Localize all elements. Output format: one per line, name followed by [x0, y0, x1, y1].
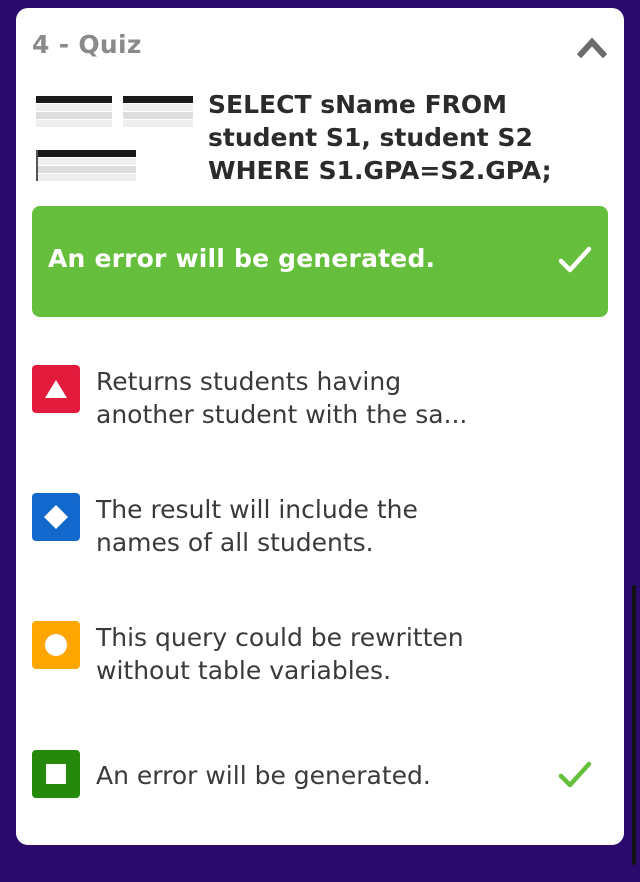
- correct-answer-text: An error will be generated.: [48, 244, 436, 273]
- diamond-icon: [32, 493, 80, 541]
- option-1[interactable]: Returns students having another student …: [32, 365, 608, 435]
- option-2-text: The result will include the names of all…: [96, 495, 418, 557]
- square-icon: [32, 750, 80, 798]
- option-3-text: This query could be rewritten without ta…: [96, 623, 464, 685]
- option-4-text: An error will be generated.: [96, 761, 431, 790]
- option-1-text: Returns students having another student …: [96, 367, 468, 429]
- collapse-button[interactable]: [576, 32, 608, 62]
- quiz-title: 4 - Quiz: [32, 30, 142, 59]
- quiz-header: 4 - Quiz: [32, 30, 608, 64]
- checkmark-icon: [558, 246, 592, 273]
- question-thumbnail-image[interactable]: [32, 88, 197, 188]
- option-2[interactable]: The result will include the names of all…: [32, 493, 608, 563]
- correct-answer-banner[interactable]: An error will be generated.: [32, 206, 608, 317]
- chevron-up-icon: [577, 37, 607, 58]
- option-3[interactable]: This query could be rewritten without ta…: [32, 621, 608, 691]
- question-row: SELECT sName FROM student S1, student S2…: [32, 88, 608, 198]
- scrollbar-thumb[interactable]: [632, 585, 636, 865]
- question-text: SELECT sName FROM student S1, student S2…: [208, 90, 552, 185]
- circle-icon: [32, 621, 80, 669]
- checkmark-icon: [558, 761, 592, 788]
- quiz-card: 4 - Quiz SELECT sName FROM student S1, s…: [16, 8, 624, 845]
- option-4[interactable]: An error will be generated.: [32, 750, 608, 800]
- triangle-icon: [32, 365, 80, 413]
